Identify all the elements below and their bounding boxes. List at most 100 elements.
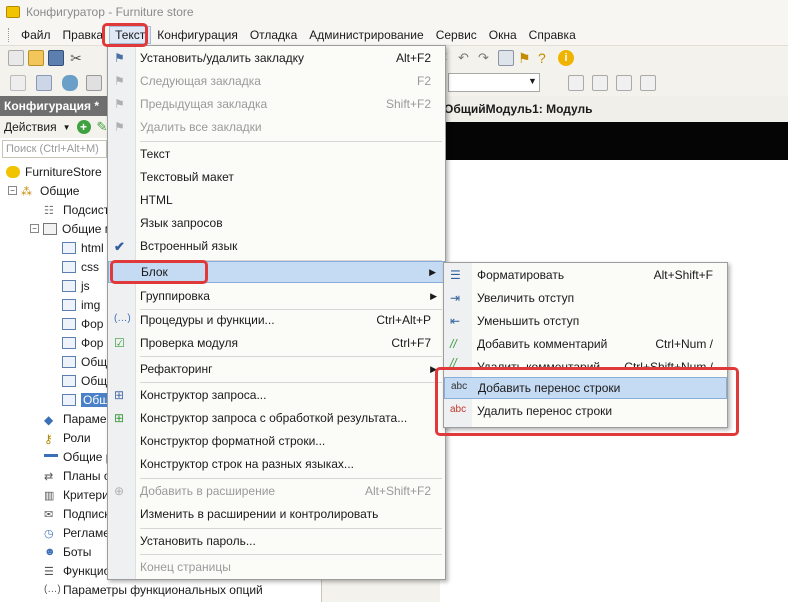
menu-item-query-builder-result[interactable]: ⊞ Конструктор запроса с обработкой резуль… [108,407,445,429]
tree-item-common[interactable]: − ⁂ Общие [8,181,79,200]
tree-item[interactable]: ✉ Подписк [44,504,110,523]
functional-icon: ☰ [44,565,54,578]
module-icon [62,241,76,254]
submenu-arrow-icon: ▶ [429,266,436,277]
menu-item-query-builder[interactable]: ⊞ Конструктор запроса... [108,384,445,406]
tree-item[interactable]: html [62,238,104,257]
collapse-icon[interactable]: − [8,186,17,195]
tree-item[interactable]: ☰ Функцио [44,561,110,580]
menu-item-builtin-language[interactable]: ✔ Встроенный язык [108,235,445,257]
tree-item[interactable]: (…) Параметры функциональных опций [44,580,263,599]
info-icon[interactable]: i [558,50,574,66]
search-input[interactable]: Поиск (Ctrl+Alt+M) [2,140,107,158]
undo-icon[interactable]: ↶ [458,50,474,66]
procedure-icon[interactable] [568,75,584,91]
calculator-icon[interactable] [86,75,102,91]
tree-item[interactable]: img [62,295,100,314]
menu-item-refactoring[interactable]: Рефакторинг ▶ [108,358,445,380]
annotation-block-item [110,260,208,284]
help-search-icon[interactable]: ? [538,50,554,66]
tree-item[interactable]: ⇄ Планы о [44,466,111,485]
module-icon [62,317,76,330]
menu-item-html[interactable]: HTML [108,189,445,211]
document-icon[interactable] [640,75,656,91]
subsystem-icon: ☷ [44,204,54,217]
func-params-icon: (…) [44,583,61,595]
function-icon[interactable] [592,75,608,91]
table-icon[interactable] [36,75,52,91]
menu-item-procedures[interactable]: (…) Процедуры и функции... Ctrl+Alt+P [108,309,445,331]
tree-item[interactable]: Фор [62,333,103,352]
menu-help[interactable]: Справка [523,26,582,44]
tree-item-selected[interactable]: Общ [62,390,112,409]
tree-item[interactable]: ☻ Боты [44,542,91,561]
copy-icon[interactable] [498,50,514,66]
app-logo-icon [6,6,20,18]
menu-administration[interactable]: Администрирование [303,26,429,44]
tree-item[interactable]: Общие р [44,447,112,466]
tree-item[interactable]: ☷ Подсист [44,200,109,219]
tree-item[interactable]: ⚷ Роли [44,428,91,447]
tree-item[interactable]: Общ [62,352,107,371]
tree-item-root[interactable]: FurnitureStore [6,162,102,181]
menu-item-set-password[interactable]: Установить пароль... [108,530,445,552]
tree-item[interactable]: css [62,257,99,276]
tree-item[interactable]: ◆ Параме [44,409,107,428]
menu-debug[interactable]: Отладка [244,26,303,44]
menu-item-grouping[interactable]: Группировка ▶ [108,285,445,307]
menu-item-text[interactable]: Текст [108,143,445,165]
tree-item[interactable]: js [62,276,90,295]
cut-icon[interactable]: ✂ [68,50,84,66]
save-icon[interactable] [48,50,64,66]
submenu-item-add-comment[interactable]: //Добавить комментарий Ctrl+Num / [444,333,727,355]
open-folder-icon[interactable] [28,50,44,66]
actions-chevron-icon[interactable]: ▼ [63,123,71,132]
menu-item-add-to-extension[interactable]: ⊕ Добавить в расширение Alt+Shift+F2 [108,480,445,502]
module-icon[interactable] [10,75,26,91]
editor-tab-title: ОбщийМодуль1: Модуль [440,96,788,122]
collapse-icon[interactable]: − [30,224,39,233]
menu-item-change-in-extension[interactable]: Изменить в расширении и контролировать [108,503,445,525]
wizard-icon[interactable]: ⚑ [518,50,534,66]
new-document-icon[interactable] [8,50,24,66]
submenu-item-increase-indent[interactable]: ⇥ Увеличить отступ [444,287,727,309]
tree-item[interactable]: − Общие м [30,219,113,238]
text-menu-dropdown: ⚑ Установить/удалить закладку Alt+F2 ⚑ След… [107,45,446,580]
event-handler-icon[interactable] [616,75,632,91]
menu-item-format-string[interactable]: Конструктор форматной строки... [108,430,445,452]
menu-item-check-module[interactable]: ☑ Проверка модуля Ctrl+F7 [108,332,445,354]
menu-item-next-bookmark[interactable]: ⚑ Следующая закладка F2 [108,70,445,92]
menu-service[interactable]: Сервис [430,26,483,44]
increase-indent-icon: ⇥ [450,291,461,305]
menu-configuration[interactable]: Конфигурация [151,26,244,44]
submenu-item-format[interactable]: ☰ Форматировать Alt+Shift+F [444,264,727,286]
module-icon [62,260,76,273]
database-icon[interactable] [62,75,78,91]
chevron-down-icon[interactable]: ▼ [528,76,537,86]
edit-pencil-icon[interactable]: ✎ [97,119,108,135]
menu-windows[interactable]: Окна [483,26,523,44]
module-selector-dropdown[interactable] [448,73,540,92]
menu-item-query-language[interactable]: Язык запросов [108,212,445,234]
menu-item-multilang-strings[interactable]: Конструктор строк на разных языках... [108,453,445,475]
module-icon [62,374,76,387]
menu-item-toggle-bookmark[interactable]: ⚑ Установить/удалить закладку Alt+F2 [108,47,445,69]
add-icon[interactable]: + [76,120,91,134]
tree-item[interactable]: Фор [62,314,103,333]
editor-code-area[interactable] [440,122,788,160]
next-bookmark-icon: ⚑ [114,74,125,88]
menu-item-text-layout[interactable]: Текстовый макет [108,166,445,188]
tree-item[interactable]: ◷ Регламе [44,523,110,542]
menu-file[interactable]: Файл [15,26,57,44]
menu-item-page-break[interactable]: Конец страницы [108,556,445,578]
menu-item-prev-bookmark[interactable]: ⚑ Предыдущая закладка Shift+F2 [108,93,445,115]
redo-icon[interactable]: ↷ [478,50,494,66]
module-icon [62,336,76,349]
tree-item[interactable]: ▥ Критери [44,485,109,504]
actions-dropdown[interactable]: Действия [4,120,57,134]
menu-item-delete-bookmarks[interactable]: ⚑ Удалить все закладки [108,116,445,138]
checkmark-icon: ✔ [114,239,125,254]
module-icon [62,393,76,406]
submenu-item-decrease-indent[interactable]: ⇤ Уменьшить отступ [444,310,727,332]
tree-item[interactable]: Общ [62,371,107,390]
